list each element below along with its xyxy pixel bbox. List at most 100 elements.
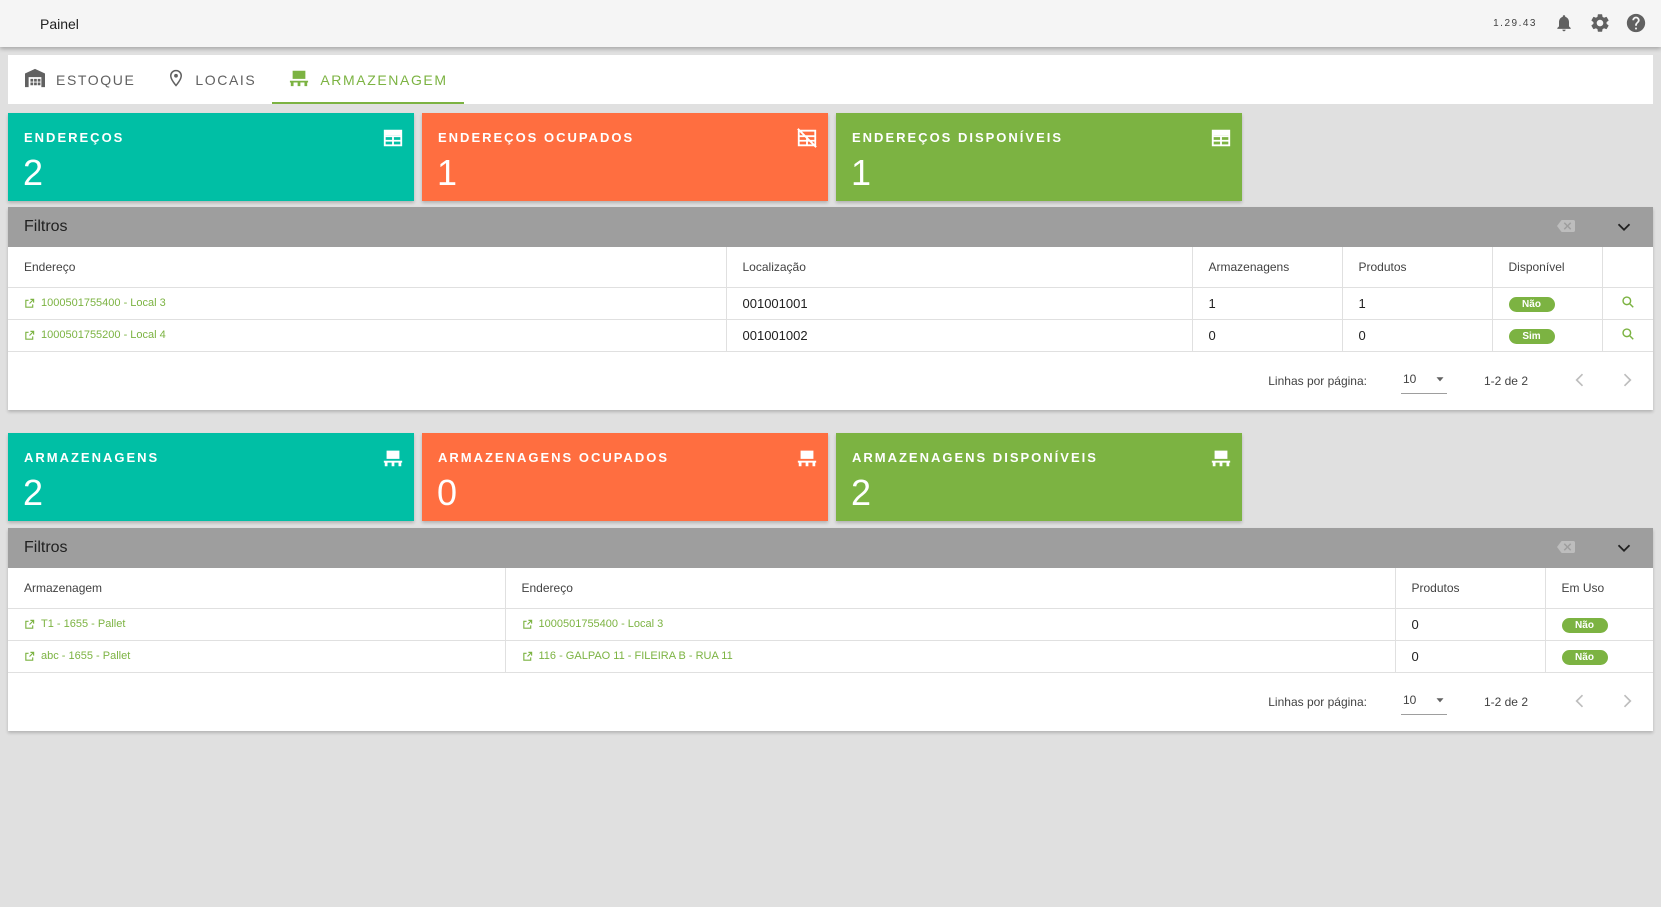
card-armazenagens-ocupados: ARMAZENAGENS OCUPADOS 0 bbox=[422, 433, 828, 521]
endereco-text: 1000501755400 - Local 3 bbox=[538, 618, 664, 630]
produtos-cell: 1 bbox=[1342, 287, 1493, 320]
card-armazenagens-disponiveis: ARMAZENAGENS DISPONÍVEIS 2 bbox=[836, 433, 1242, 521]
open-external-icon bbox=[25, 298, 35, 308]
clear-filter-icon[interactable] bbox=[1557, 539, 1575, 560]
pallet-icon bbox=[796, 447, 818, 469]
search-icon[interactable] bbox=[1621, 295, 1635, 312]
column-header[interactable]: Endereço bbox=[8, 247, 727, 288]
tab-estoque[interactable]: ESTOQUE bbox=[8, 55, 151, 104]
column-header[interactable]: Produtos bbox=[1342, 247, 1493, 288]
endereco-link[interactable]: 1000501755400 - Local 3 bbox=[522, 618, 1379, 630]
tab-armazenagem[interactable]: ARMAZENAGEM bbox=[272, 55, 464, 104]
column-header[interactable]: Localização bbox=[726, 247, 1193, 288]
pallet-icon bbox=[382, 447, 404, 469]
open-external-icon bbox=[25, 330, 35, 340]
card-label: ENDEREÇOS OCUPADOS bbox=[438, 130, 635, 145]
armazenagem-text: T1 - 1655 - Pallet bbox=[41, 618, 126, 630]
armazenagem-link[interactable]: abc - 1655 - Pallet bbox=[24, 650, 489, 662]
armazenagens-cell: 1 bbox=[1192, 287, 1343, 320]
help-icon[interactable] bbox=[1623, 10, 1649, 36]
table-header-row: Endereço Localização Armazenagens Produt… bbox=[8, 247, 1653, 288]
endereco-link[interactable]: 116 - GALPAO 11 - FILEIRA B - RUA 11 bbox=[522, 650, 1379, 662]
card-value: 1 bbox=[437, 152, 458, 193]
tab-label: ESTOQUE bbox=[56, 71, 136, 88]
open-external-icon bbox=[25, 619, 35, 629]
armazenagens-panel: Filtros Armazenagem Endereço Produtos Em… bbox=[8, 528, 1653, 731]
table-row: 1000501755200 - Local 4 001001002 0 0 Si… bbox=[8, 319, 1653, 352]
chevron-left-icon[interactable] bbox=[1570, 691, 1590, 714]
clear-filter-icon[interactable] bbox=[1557, 218, 1575, 239]
open-external-icon bbox=[522, 651, 532, 661]
filter-title: Filtros bbox=[24, 218, 68, 235]
card-value: 2 bbox=[851, 472, 872, 513]
status-badge: Não bbox=[1508, 296, 1555, 312]
pallet-icon bbox=[1210, 447, 1232, 469]
enderecos-panel: Filtros Endereço Localização Armazenagen… bbox=[8, 207, 1653, 410]
table-row: T1 - 1655 - Pallet 1000501755400 - Local… bbox=[8, 608, 1653, 641]
card-enderecos-ocupados: ENDEREÇOS OCUPADOS 1 bbox=[422, 113, 828, 201]
tab-locais[interactable]: LOCAIS bbox=[151, 55, 272, 104]
dropdown-arrow-icon bbox=[1436, 377, 1444, 382]
card-enderecos: ENDEREÇOS 2 bbox=[8, 113, 414, 201]
rows-per-page-value: 10 bbox=[1403, 372, 1417, 386]
column-header[interactable]: Endereço bbox=[505, 568, 1396, 609]
endereco-text: 1000501755400 - Local 3 bbox=[41, 297, 166, 309]
column-header bbox=[1602, 247, 1653, 288]
column-header[interactable]: Disponível bbox=[1492, 247, 1603, 288]
endereco-link[interactable]: 1000501755400 - Local 3 bbox=[24, 297, 710, 309]
bell-icon[interactable] bbox=[1551, 10, 1577, 36]
warehouse-icon bbox=[24, 68, 46, 91]
table-header-row: Armazenagem Endereço Produtos Em Uso bbox=[8, 568, 1653, 609]
rows-per-page-value: 10 bbox=[1403, 693, 1417, 707]
table-row: abc - 1655 - Pallet 116 - GALPAO 11 - FI… bbox=[8, 640, 1653, 673]
tab-bar: ESTOQUE LOCAIS ARMAZENAGEM bbox=[8, 55, 1653, 104]
chevron-right-icon[interactable] bbox=[1617, 691, 1637, 714]
card-value: 1 bbox=[851, 152, 872, 193]
status-badge: Sim bbox=[1508, 328, 1555, 344]
pagination: Linhas por página: 10 1-2 de 2 bbox=[8, 352, 1653, 410]
card-armazenagens: ARMAZENAGENS 2 bbox=[8, 433, 414, 521]
filter-bar[interactable]: Filtros bbox=[8, 528, 1653, 568]
card-enderecos-disponiveis: ENDEREÇOS DISPONÍVEIS 1 bbox=[836, 113, 1242, 201]
gear-icon[interactable] bbox=[1587, 10, 1613, 36]
rows-per-page-label: Linhas por página: bbox=[1268, 373, 1367, 388]
table-row: 1000501755400 - Local 3 001001001 1 1 Nã… bbox=[8, 287, 1653, 320]
grid-icon bbox=[382, 127, 404, 149]
grid-off-icon bbox=[796, 127, 818, 149]
armazenagem-text: abc - 1655 - Pallet bbox=[41, 650, 131, 662]
chevron-down-icon[interactable] bbox=[1613, 537, 1635, 564]
produtos-cell: 0 bbox=[1342, 319, 1493, 352]
page-range: 1-2 de 2 bbox=[1483, 694, 1528, 709]
tab-label: ARMAZENAGEM bbox=[320, 71, 448, 88]
column-header[interactable]: Armazenagem bbox=[8, 568, 506, 609]
rows-per-page-select[interactable]: 10 bbox=[1401, 366, 1447, 394]
column-header[interactable]: Em Uso bbox=[1545, 568, 1653, 609]
card-label: ARMAZENAGENS DISPONÍVEIS bbox=[852, 450, 1098, 465]
rows-per-page-select[interactable]: 10 bbox=[1401, 687, 1447, 715]
chevron-down-icon[interactable] bbox=[1613, 216, 1635, 243]
armazenagem-link[interactable]: T1 - 1655 - Pallet bbox=[24, 618, 489, 630]
column-header[interactable]: Produtos bbox=[1395, 568, 1546, 609]
chevron-right-icon[interactable] bbox=[1617, 370, 1637, 393]
filter-bar[interactable]: Filtros bbox=[8, 207, 1653, 247]
card-label: ARMAZENAGENS bbox=[24, 450, 160, 465]
localizacao-cell: 001001001 bbox=[726, 287, 1193, 320]
search-icon[interactable] bbox=[1621, 327, 1635, 344]
pagination: Linhas por página: 10 1-2 de 2 bbox=[8, 673, 1653, 731]
armazenagens-table: Armazenagem Endereço Produtos Em Uso T1 … bbox=[8, 568, 1653, 673]
open-external-icon bbox=[522, 619, 532, 629]
chevron-left-icon[interactable] bbox=[1570, 370, 1590, 393]
pallet-icon bbox=[288, 68, 310, 91]
enderecos-table: Endereço Localização Armazenagens Produt… bbox=[8, 247, 1653, 352]
produtos-cell: 0 bbox=[1395, 608, 1546, 641]
top-app-bar: Painel 1.29.43 bbox=[0, 0, 1661, 47]
column-header[interactable]: Armazenagens bbox=[1192, 247, 1343, 288]
status-badge: Não bbox=[1561, 649, 1608, 665]
endereco-text: 116 - GALPAO 11 - FILEIRA B - RUA 11 bbox=[538, 650, 733, 662]
page-range: 1-2 de 2 bbox=[1483, 373, 1528, 388]
card-value: 2 bbox=[23, 152, 44, 193]
endereco-link[interactable]: 1000501755200 - Local 4 bbox=[24, 329, 710, 341]
grid-icon bbox=[1210, 127, 1232, 149]
produtos-cell: 0 bbox=[1395, 640, 1546, 673]
open-external-icon bbox=[25, 651, 35, 661]
